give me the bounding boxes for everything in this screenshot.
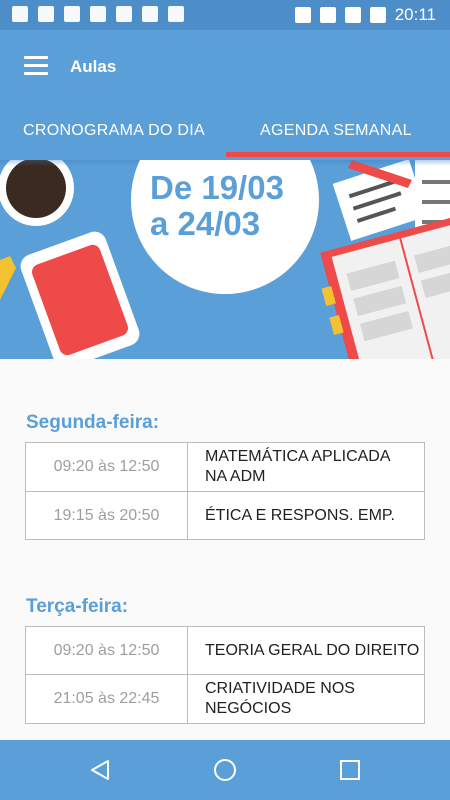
alarm-icon [294,7,311,23]
back-icon[interactable] [88,758,112,782]
status-time: 20:11 [394,5,436,24]
recents-icon[interactable] [338,758,362,782]
tab-cronograma-do-dia[interactable]: CRONOGRAMA DO DIA [23,122,205,140]
check-icon [168,6,184,22]
notification-icons [12,6,184,22]
class-time: 21:05 às 22:45 [25,674,188,724]
facebook-icon [12,6,28,22]
home-icon[interactable] [213,758,237,782]
table-row: 19:15 às 20:50 ÉTICA E RESPONS. EMP. [25,491,425,540]
signal-icon [344,7,361,23]
day-heading: Terça-feira: [26,596,129,617]
battery-icon [369,7,386,23]
class-subject: ÉTICA E RESPONS. EMP. [187,491,425,540]
app-bar: Aulas CRONOGRAMA DO DIA AGENDA SEMANAL [0,30,450,160]
wifi-icon [319,7,336,23]
class-subject: TEORIA GERAL DO DIREITO [187,626,425,675]
week-range-line1: De 19/03 [150,169,284,206]
week-range-line2: a 24/03 [150,205,261,242]
schedule-table: 09:20 às 12:50 TEORIA GERAL DO DIREITO 2… [25,626,425,724]
table-row: 09:20 às 12:50 MATEMÁTICA APLICADA NA AD… [25,442,425,492]
class-time: 09:20 às 12:50 [25,626,188,675]
status-bar: 20:11 [0,0,450,30]
week-range: De 19/03 a 24/03 [150,170,284,242]
navigation-bar [0,740,450,800]
tab-agenda-semanal[interactable]: AGENDA SEMANAL [260,122,412,140]
tab-indicator [226,152,450,157]
schedule-table: 09:20 às 12:50 MATEMÁTICA APLICADA NA AD… [25,442,425,540]
news-icon [64,6,80,22]
check-icon [116,6,132,22]
class-subject: MATEMÁTICA APLICADA NA ADM [187,442,425,492]
class-time: 09:20 às 12:50 [25,442,188,492]
message-icon [38,6,54,22]
download-icon [90,6,106,22]
hamburger-menu-icon[interactable] [24,56,48,76]
table-row: 09:20 às 12:50 TEORIA GERAL DO DIREITO [25,626,425,675]
check-icon [142,6,158,22]
page-title: Aulas [70,57,117,76]
table-row: 21:05 às 22:45 CRIATIVIDADE NOS NEGÓCIOS [25,674,425,724]
week-banner: De 19/03 a 24/03 [0,160,450,359]
day-heading: Segunda-feira: [26,412,160,433]
class-subject: CRIATIVIDADE NOS NEGÓCIOS [187,674,425,724]
class-time: 19:15 às 20:50 [25,491,188,540]
